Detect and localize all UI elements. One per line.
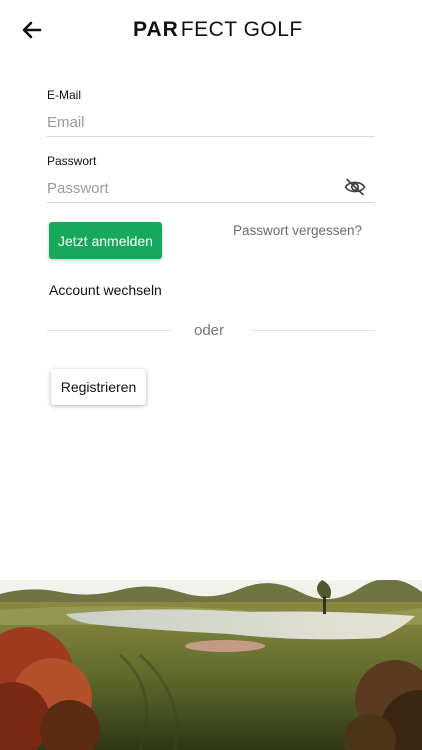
forgot-password-link[interactable]: Passwort vergessen?	[233, 223, 362, 238]
logo-par: PAR	[133, 18, 179, 41]
password-label: Passwort	[47, 154, 97, 168]
back-button[interactable]	[18, 16, 46, 44]
switch-account-link[interactable]: Account wechseln	[49, 282, 162, 298]
or-separator: oder	[194, 322, 225, 339]
password-field-container	[47, 174, 375, 203]
register-button[interactable]: Registrieren	[51, 369, 146, 405]
golf-course-image	[0, 580, 422, 750]
divider-right	[251, 330, 375, 331]
logo-fect: FECT GOLF	[180, 18, 303, 41]
email-label: E-Mail	[47, 88, 82, 102]
golf-course-landscape	[0, 580, 422, 750]
password-input[interactable]	[47, 174, 375, 202]
arrow-left-icon	[22, 21, 42, 39]
login-button[interactable]: Jetzt anmelden	[49, 222, 162, 259]
divider-left	[47, 330, 171, 331]
header: PAR FECT GOLF	[0, 0, 422, 60]
email-input[interactable]	[47, 108, 375, 136]
password-visibility-toggle[interactable]	[343, 176, 367, 198]
app-logo: PAR FECT GOLF	[133, 17, 303, 43]
eye-off-icon	[344, 178, 366, 196]
email-field-container	[47, 108, 375, 137]
